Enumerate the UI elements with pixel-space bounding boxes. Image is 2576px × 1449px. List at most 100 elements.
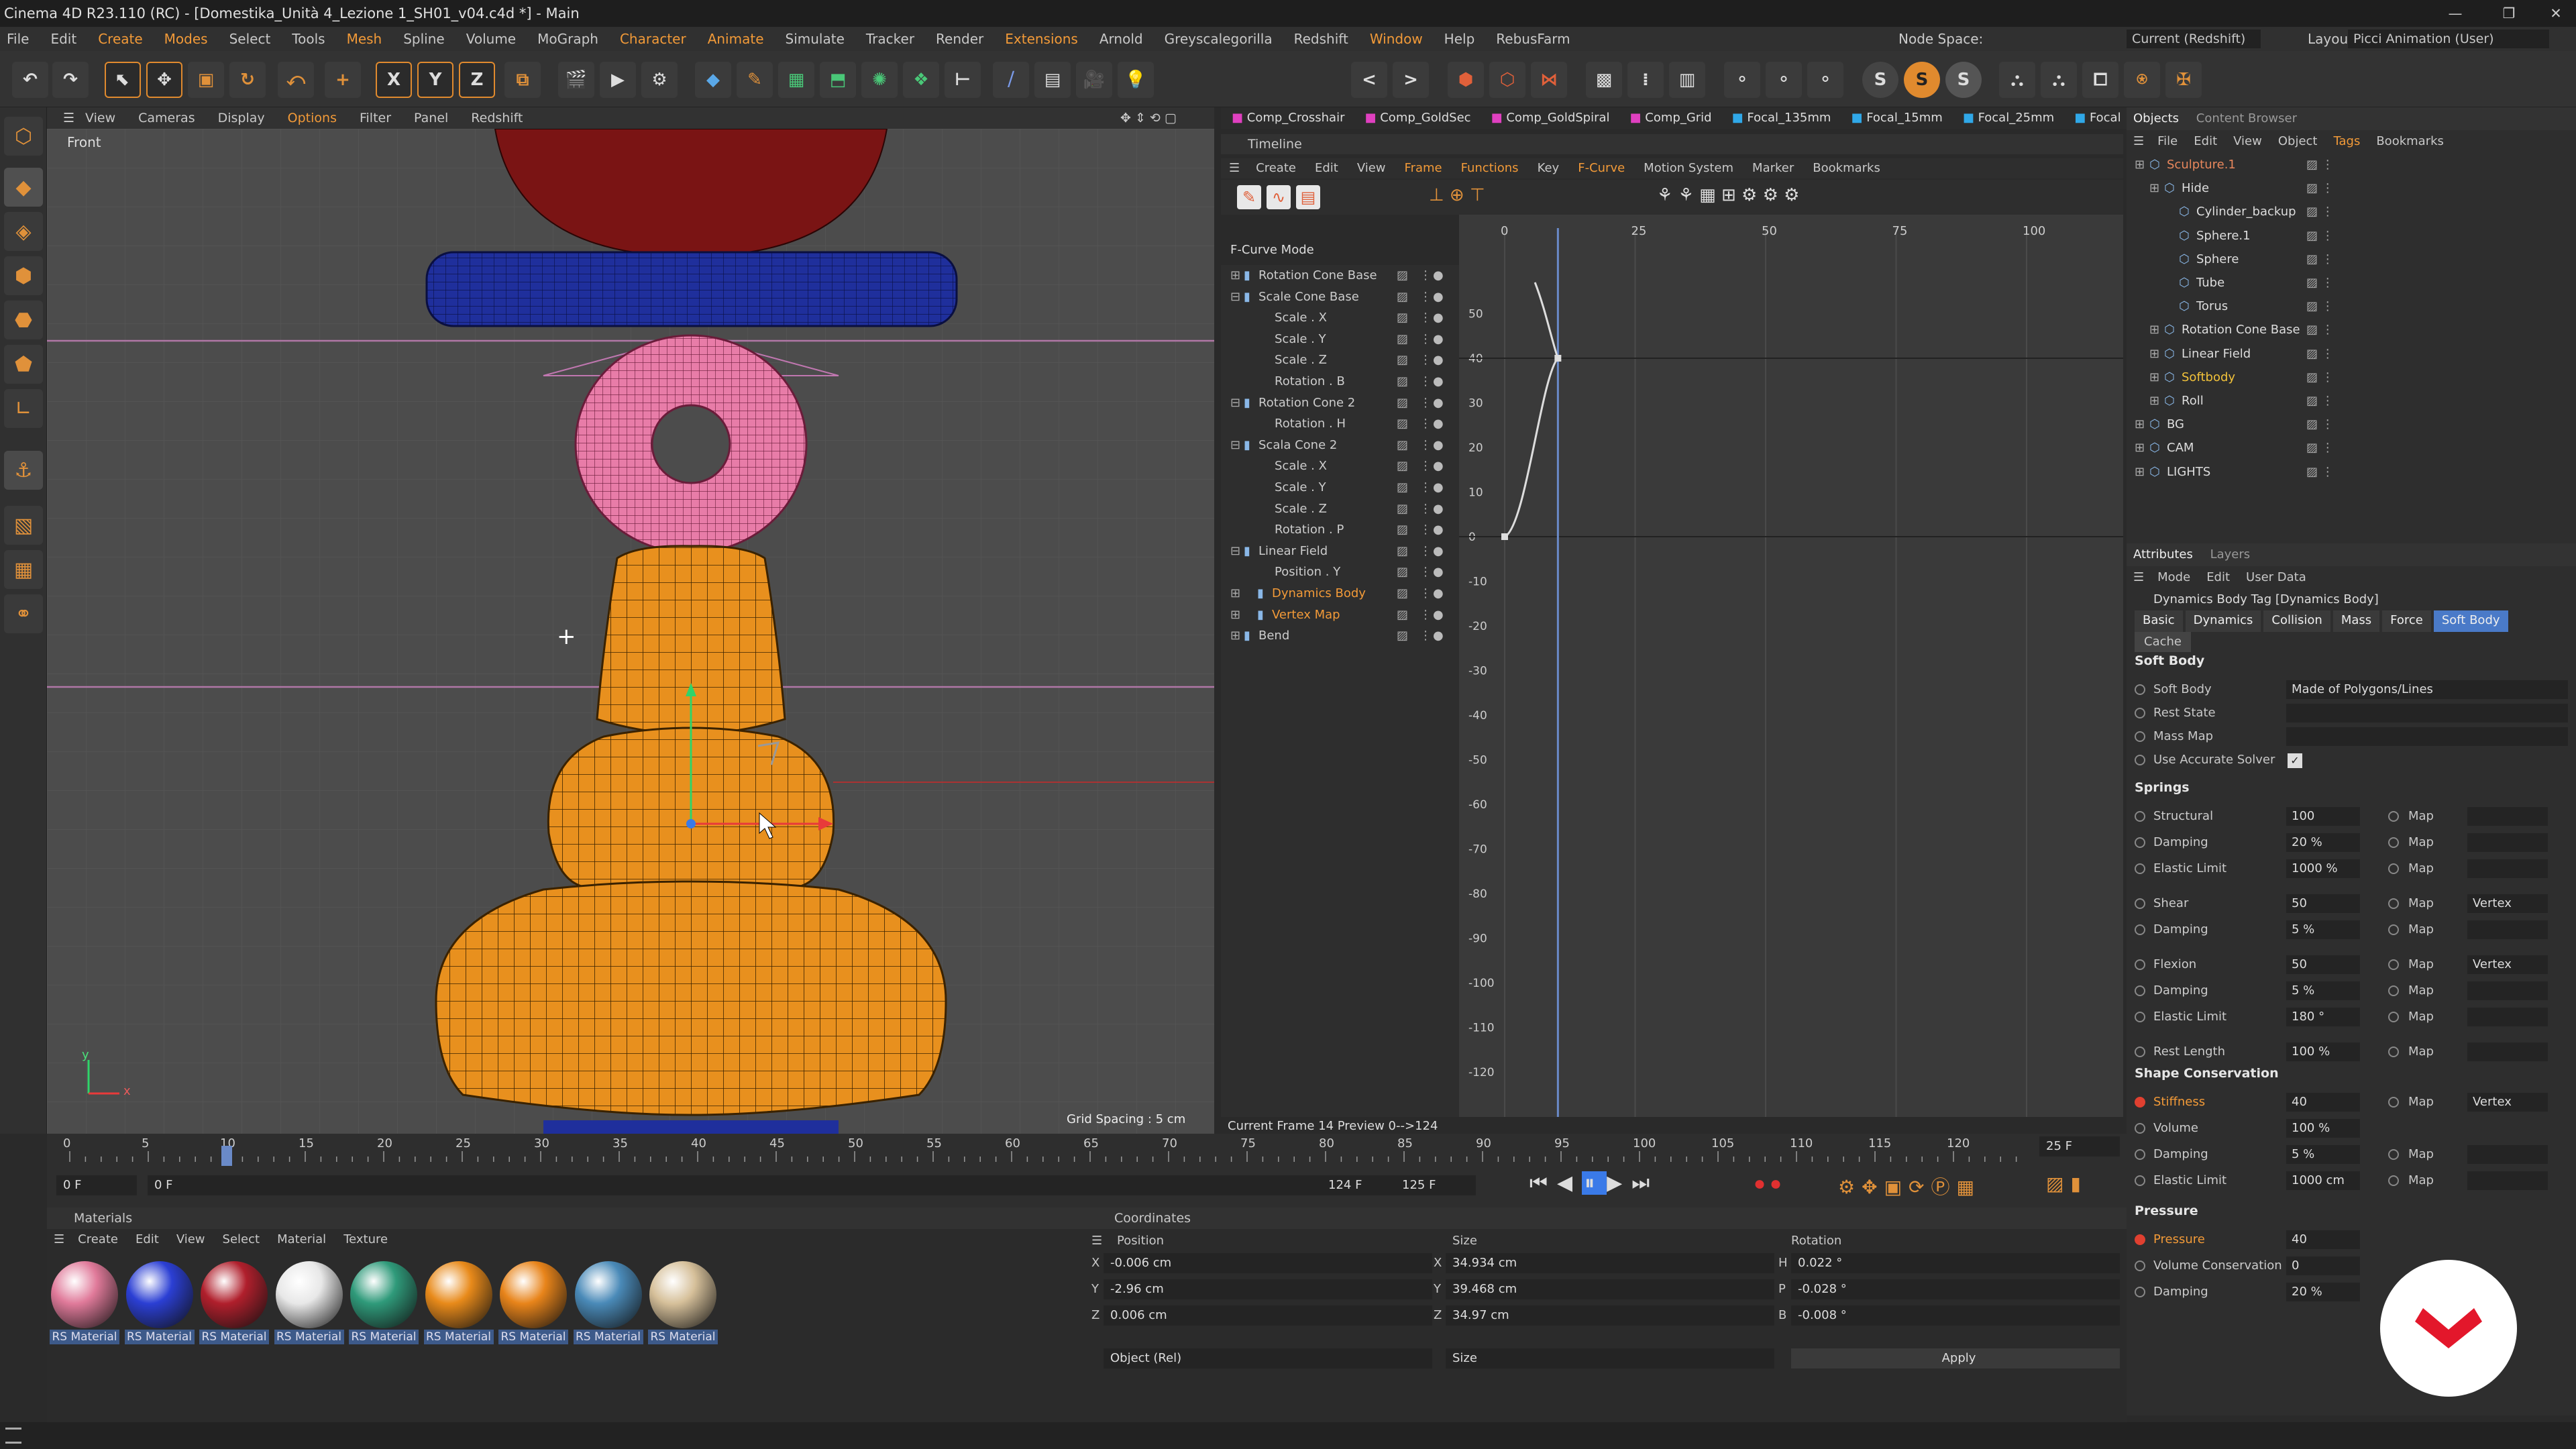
object-mode-icon[interactable]: ◆ [4, 168, 43, 207]
attr-value-field[interactable]: 5 % [2286, 920, 2360, 939]
map-field[interactable]: Vertex [2467, 955, 2548, 974]
object-row[interactable]: ⬡ Sphere.1 ▨ ⋮ [2127, 224, 2576, 248]
cloner-icon[interactable]: ✺ [861, 62, 898, 98]
map-dot-icon[interactable] [2388, 1097, 2399, 1108]
track-dot-icon[interactable]: ● [1433, 455, 1444, 476]
track-dot-icon[interactable]: ● [1433, 519, 1444, 540]
timeline-extra-buttons[interactable]: ▨▮ [2046, 1173, 2088, 1195]
scale-tool-icon[interactable]: ▣ [188, 62, 224, 98]
animate-dot-icon[interactable] [2135, 731, 2145, 742]
take-2[interactable]: ■ Comp_GoldSpiral [1491, 107, 1610, 129]
coordinate-system-icon[interactable]: + [325, 62, 361, 98]
attr-row[interactable]: Damping 5 % Map [2132, 918, 2575, 942]
map-dot-icon[interactable] [2388, 837, 2399, 848]
attr-value-field[interactable]: 100 % [2286, 1042, 2360, 1061]
timeline-track[interactable]: ⊟ ▮ Rotation Cone 2 ▨ ⋮ ● [1221, 392, 1459, 413]
expand-icon[interactable]: ⊟ [1230, 435, 1240, 455]
animate-dot-icon[interactable] [2135, 959, 2145, 970]
menu-extensions[interactable]: Extensions [1005, 27, 1078, 51]
object-row[interactable]: ⬡ Torus ▨ ⋮ [2127, 294, 2576, 318]
track-lock-icon[interactable]: ⋮ [1419, 519, 1432, 540]
timeline-track[interactable]: Scale . X ▨ ⋮ ● [1221, 307, 1459, 328]
last-tool-icon[interactable]: ⤺ [278, 62, 314, 98]
attr-value-field[interactable]: 50 [2286, 955, 2360, 974]
take-5[interactable]: ■ Focal_15mm [1851, 107, 1942, 129]
map-dot-icon[interactable] [2388, 1046, 2399, 1057]
object-visibility-icon[interactable]: ▨ ⋮ [2306, 413, 2334, 436]
animate-dot-icon[interactable] [2135, 1149, 2145, 1160]
animate-dot-icon[interactable] [2135, 1260, 2145, 1271]
size-field[interactable]: 34.934 cm [1446, 1253, 1774, 1273]
attr-value-field[interactable]: 100 [2286, 807, 2360, 826]
coord-hamburger-icon[interactable]: ☰ [1091, 1229, 1102, 1253]
menu-render[interactable]: Render [936, 27, 983, 51]
rebus-icon-4[interactable]: ⍟ [2124, 62, 2160, 98]
map-field[interactable] [2467, 833, 2548, 852]
end-frame-field[interactable]: 125 F [1395, 1175, 1476, 1195]
material-swatch[interactable]: RS Material [648, 1261, 718, 1344]
key-filter-buttons[interactable]: ⚙✥▣⟳Ⓟ▦ [1838, 1173, 1981, 1199]
timeline-track[interactable]: ⊞ ▮ Rotation Cone Base ▨ ⋮ ● [1221, 265, 1459, 286]
attr-row[interactable]: Rest Length 100 % Map [2132, 1040, 2575, 1064]
object-visibility-icon[interactable]: ▨ ⋮ [2306, 436, 2334, 460]
tab-content-browser[interactable]: Content Browser [2196, 111, 2297, 125]
object-visibility-icon[interactable]: ▨ ⋮ [2306, 366, 2334, 389]
rebus-icon-3[interactable]: ⧠ [2082, 62, 2118, 98]
object-visibility-icon[interactable]: ▨ ⋮ [2306, 318, 2334, 341]
attr-value-field[interactable]: 1000 cm [2286, 1171, 2360, 1190]
menu-mograph[interactable]: MoGraph [537, 27, 598, 51]
attr-value-field[interactable]: 20 % [2286, 1283, 2360, 1301]
expand-icon[interactable]: ⊞ [2149, 366, 2159, 389]
light-icon[interactable]: 💡 [1118, 62, 1154, 98]
attr-menu-userdata[interactable]: User Data [2246, 566, 2306, 589]
fcurve-key[interactable] [1501, 533, 1508, 540]
checkbox-checked[interactable]: ✓ [2288, 753, 2302, 768]
node-space-select[interactable]: Current (Redshift) [2127, 30, 2261, 48]
floor-icon[interactable]: ▤ [1034, 62, 1071, 98]
material-swatch[interactable]: RS Material [274, 1261, 344, 1344]
expand-icon[interactable]: ⊞ [1230, 265, 1240, 286]
track-lock-icon[interactable]: ⋮ [1419, 286, 1432, 307]
attr-row[interactable]: Elastic Limit 1000 % Map [2132, 857, 2575, 881]
take-0[interactable]: ■ Comp_Crosshair [1232, 107, 1344, 129]
render-view-icon[interactable]: ▶ [600, 62, 636, 98]
gsg-hdri-icon[interactable]: ⚬ [1807, 62, 1843, 98]
obj-menu-object[interactable]: Object [2278, 130, 2318, 153]
track-lock-icon[interactable]: ⋮ [1419, 455, 1432, 476]
object-visibility-icon[interactable]: ▨ ⋮ [2306, 342, 2334, 366]
tl-menu-edit[interactable]: Edit [1315, 158, 1338, 178]
material-swatch[interactable]: RS Material [423, 1261, 494, 1344]
nav-forward-icon[interactable]: > [1393, 62, 1429, 98]
menu-tracker[interactable]: Tracker [866, 27, 914, 51]
rebus-icon-5[interactable]: ✠ [2165, 62, 2202, 98]
rotation-field[interactable]: 0.022 ° [1791, 1253, 2120, 1273]
tab-objects[interactable]: Objects [2133, 111, 2179, 125]
menu-character[interactable]: Character [620, 27, 686, 51]
object-row[interactable]: ⊞ ⬡ Roll ▨ ⋮ [2127, 389, 2576, 413]
object-row[interactable]: ⊞ ⬡ Rotation Cone Base ▨ ⋮ [2127, 318, 2576, 341]
edges-mode-icon[interactable]: ⬣ [4, 301, 43, 339]
attr-subtab[interactable]: Basic [2135, 610, 2183, 632]
material-swatch[interactable]: RS Material [199, 1261, 269, 1344]
menu-select[interactable]: Select [229, 27, 271, 51]
rebus-icon-1[interactable]: ⛬ [1999, 62, 2035, 98]
menu-edit[interactable]: Edit [50, 27, 76, 51]
signal-s1-button[interactable]: S [1862, 62, 1898, 98]
track-dot-icon[interactable]: ● [1433, 541, 1444, 561]
expand-icon[interactable]: ⊟ [1230, 286, 1240, 307]
attr-value-field[interactable]: 1000 % [2286, 859, 2360, 878]
attr-row[interactable]: Damping 5 % Map [2132, 979, 2575, 1003]
pen-icon[interactable]: ✎ [737, 62, 773, 98]
rebus-icon-2[interactable]: ⛬ [2041, 62, 2077, 98]
expand-icon[interactable]: ⊞ [1230, 625, 1240, 646]
dots-icon[interactable]: ⁞ [1627, 62, 1664, 98]
attr-row[interactable]: Damping 20 % Map [2132, 830, 2575, 855]
take-4[interactable]: ■ Focal_135mm [1732, 107, 1831, 129]
grid-workplane-icon[interactable]: ▦ [4, 550, 43, 589]
animate-dot-icon[interactable] [2135, 1097, 2145, 1108]
object-visibility-icon[interactable]: ▨ ⋮ [2306, 271, 2334, 294]
attr-value-field[interactable]: 5 % [2286, 1145, 2360, 1164]
tl-menu-fcurve[interactable]: F-Curve [1578, 158, 1625, 178]
obj-menu-view[interactable]: View [2233, 130, 2262, 153]
track-edit-icon[interactable]: ▨ [1397, 541, 1408, 561]
